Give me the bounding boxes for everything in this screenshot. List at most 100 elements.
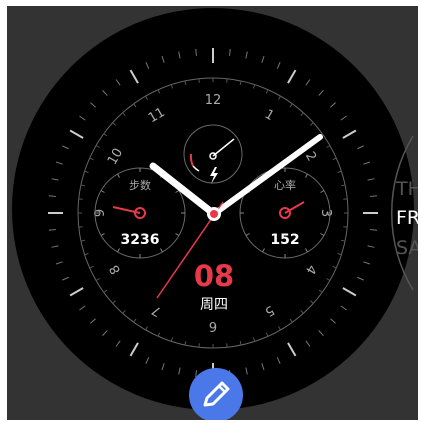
inner-tick-mark <box>157 332 161 337</box>
inner-tick-mark <box>133 103 137 108</box>
inner-tick-mark <box>84 170 89 173</box>
inner-tick-mark <box>239 341 242 346</box>
tick-mark <box>370 229 378 231</box>
inner-tick-mark <box>326 145 331 148</box>
tick-mark <box>90 102 96 108</box>
tick-mark <box>340 305 347 311</box>
heart-rate-subdial[interactable]: 心率 152 <box>239 167 331 259</box>
tick-mark <box>330 102 336 108</box>
inner-tick-mark <box>337 170 342 173</box>
inner-tick-mark <box>318 289 323 293</box>
tick-mark <box>161 55 165 63</box>
tick-mark <box>363 161 371 165</box>
tick-mark <box>261 363 265 371</box>
hour-numeral: 10 <box>105 146 126 168</box>
battery-subdial-hand <box>212 138 235 157</box>
subdial-tick <box>320 190 325 193</box>
tick-mark <box>330 318 336 324</box>
tick-mark <box>357 276 364 281</box>
tick-mark <box>161 363 165 371</box>
inner-tick-mark <box>80 239 85 242</box>
lightning-bolt-icon <box>210 167 218 184</box>
tick-mark <box>115 79 121 86</box>
tick-mark <box>178 367 181 375</box>
watch-face-preview: 12 1 2 3 4 5 6 7 8 9 10 11 步数 3236 心率 152 <box>7 6 418 420</box>
inner-tick-mark <box>326 278 331 281</box>
subdial-tick <box>160 248 163 253</box>
subdial-tick <box>117 173 120 178</box>
date-weekday: 周四 <box>200 297 228 313</box>
tick-mark <box>276 62 281 69</box>
subdial-tick <box>305 248 308 253</box>
tick-mark <box>340 115 347 121</box>
tick-mark <box>342 129 357 139</box>
inner-tick-mark <box>265 332 269 337</box>
tick-mark <box>51 178 59 181</box>
watch-face[interactable]: 121234567891011 步数 3236 心率 152 08 周四 <box>7 6 418 420</box>
inner-tick-mark <box>265 89 269 94</box>
tick-mark <box>287 69 297 84</box>
inner-tick-mark <box>184 80 187 85</box>
steps-value: 3236 <box>121 232 160 248</box>
inner-tick-mark <box>122 112 126 116</box>
tick-mark <box>90 318 96 324</box>
subdial-tick <box>175 233 180 236</box>
inner-tick-mark <box>95 145 100 148</box>
inner-tick-mark <box>332 265 337 269</box>
day-picker-next[interactable]: SA <box>396 237 418 259</box>
battery-subdial[interactable] <box>183 124 243 184</box>
tick-mark <box>318 90 324 96</box>
inner-tick-mark <box>145 95 148 100</box>
battery-level-arc <box>189 153 194 167</box>
tick-mark <box>62 276 69 281</box>
inner-tick-mark <box>332 157 337 161</box>
heart-rate-subdial-hand <box>284 201 305 214</box>
tick-mark <box>79 305 86 311</box>
inner-tick-mark <box>337 253 342 256</box>
date-day: 08 <box>194 259 234 293</box>
edit-button[interactable] <box>189 368 243 420</box>
tick-mark <box>55 261 63 265</box>
inner-tick-mark <box>300 310 304 314</box>
tick-mark <box>342 287 357 297</box>
tick-mark <box>363 261 371 265</box>
hour-numeral: 1 <box>262 107 277 124</box>
day-picker-current[interactable]: FR <box>396 207 418 229</box>
inner-tick-mark <box>341 239 346 242</box>
inner-tick-mark <box>145 326 148 331</box>
hour-numeral: 12 <box>205 93 222 108</box>
hour-hand <box>149 162 218 218</box>
inner-tick-mark <box>112 122 116 126</box>
inner-tick-mark <box>289 318 293 323</box>
subdial-tick <box>117 248 120 253</box>
subdial-tick <box>305 173 308 178</box>
center-hub-inner <box>210 210 218 218</box>
inner-tick-mark <box>84 253 89 256</box>
tick-mark <box>245 367 248 375</box>
tick-mark <box>102 330 108 336</box>
tick-mark <box>305 340 311 347</box>
hour-numeral: 8 <box>107 262 124 277</box>
inner-tick-mark <box>184 341 187 346</box>
inner-tick-mark <box>122 310 126 314</box>
tick-mark <box>305 79 311 86</box>
inner-tick-mark <box>278 95 281 100</box>
tick-mark <box>287 342 297 357</box>
hour-numeral: 7 <box>149 302 164 319</box>
tick-mark <box>51 245 59 248</box>
day-picker-prev[interactable]: TH <box>396 178 418 200</box>
inner-tick-mark <box>103 133 108 137</box>
tick-mark <box>79 115 86 121</box>
tick-mark <box>69 287 84 297</box>
inner-tick-mark <box>170 84 173 89</box>
tick-mark <box>370 195 378 197</box>
inner-tick-mark <box>300 112 304 116</box>
tick-mark <box>367 178 375 181</box>
inner-tick-mark <box>133 318 137 323</box>
inner-tick-mark <box>112 300 116 304</box>
tick-mark <box>245 51 248 59</box>
tick-mark <box>62 145 69 150</box>
tick-mark <box>367 245 375 248</box>
tick-mark <box>69 129 84 139</box>
inner-tick-mark <box>278 326 281 331</box>
